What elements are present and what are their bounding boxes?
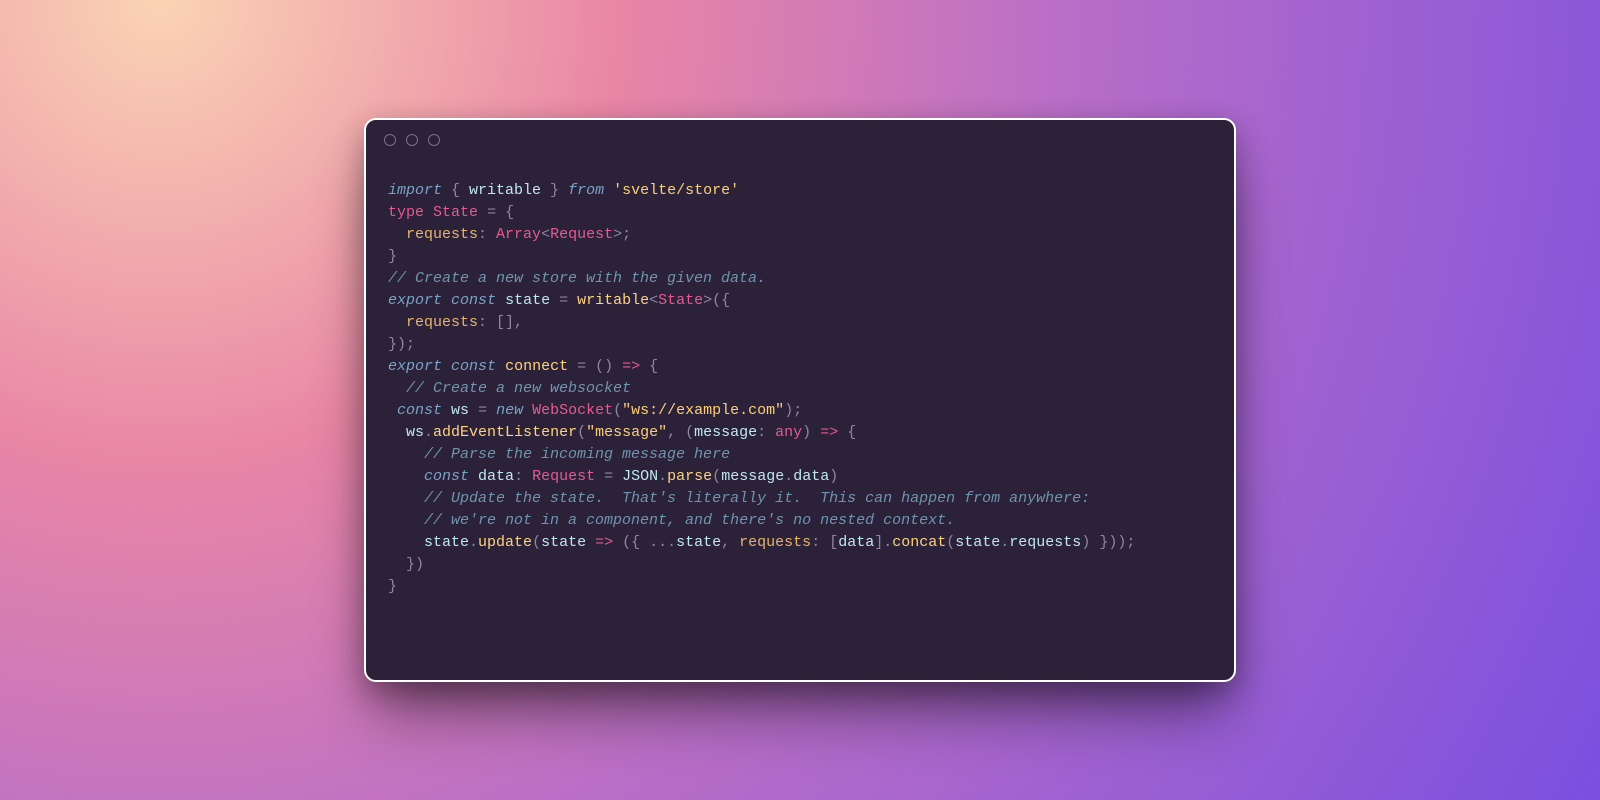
code-window: import { writable } from 'svelte/store' … bbox=[364, 118, 1236, 682]
code-token: : bbox=[757, 424, 775, 441]
code-token: 'svelte/store' bbox=[613, 182, 739, 199]
code-token: any bbox=[775, 424, 802, 441]
code-token: ) bbox=[829, 468, 838, 485]
code-token: }) bbox=[406, 556, 424, 573]
code-token: message bbox=[694, 424, 757, 441]
code-token: { bbox=[838, 424, 856, 441]
code-token: const bbox=[424, 468, 469, 485]
code-token: ) bbox=[802, 424, 820, 441]
code-token: = bbox=[604, 468, 622, 485]
code-token: = bbox=[559, 292, 577, 309]
code-token: : [], bbox=[478, 314, 523, 331]
code-token: state bbox=[541, 534, 586, 551]
code-token: const bbox=[451, 358, 496, 375]
code-token: }); bbox=[388, 336, 415, 353]
code-token: ( bbox=[613, 402, 622, 419]
code-token: // Update the state. That's literally it… bbox=[424, 490, 1090, 507]
code-token: "ws://example.com" bbox=[622, 402, 784, 419]
code-token: < bbox=[541, 226, 550, 243]
code-token: state bbox=[955, 534, 1000, 551]
code-token: requests bbox=[406, 314, 478, 331]
code-token: , ( bbox=[667, 424, 694, 441]
code-token: connect bbox=[505, 358, 568, 375]
code-token: . bbox=[1000, 534, 1009, 551]
code-token: ws bbox=[406, 424, 424, 441]
code-token: >({ bbox=[703, 292, 730, 309]
code-token: ( bbox=[712, 468, 721, 485]
code-token: . bbox=[469, 534, 478, 551]
code-token: JSON bbox=[622, 468, 658, 485]
code-token: new bbox=[496, 402, 523, 419]
code-token: export bbox=[388, 358, 442, 375]
code-token: state bbox=[676, 534, 721, 551]
code-token: ws bbox=[451, 402, 469, 419]
traffic-light-minimize-icon[interactable] bbox=[406, 134, 418, 146]
code-token: from bbox=[568, 182, 604, 199]
code-token: update bbox=[478, 534, 532, 551]
code-token: => bbox=[820, 424, 838, 441]
code-token: = bbox=[478, 402, 496, 419]
code-token: , bbox=[721, 534, 739, 551]
code-token: WebSocket bbox=[532, 402, 613, 419]
code-token: ]. bbox=[874, 534, 892, 551]
code-token: message bbox=[721, 468, 784, 485]
code-token: state bbox=[505, 292, 550, 309]
code-token: ( bbox=[577, 424, 586, 441]
code-token: = { bbox=[487, 204, 514, 221]
code-token: : bbox=[514, 468, 532, 485]
code-token: >; bbox=[613, 226, 631, 243]
code-token: writable bbox=[577, 292, 649, 309]
code-token: = () bbox=[577, 358, 622, 375]
code-token: requests bbox=[1009, 534, 1081, 551]
code-token: // Parse the incoming message here bbox=[424, 446, 730, 463]
code-token: . bbox=[784, 468, 793, 485]
window-titlebar bbox=[366, 120, 1234, 160]
code-token: concat bbox=[892, 534, 946, 551]
code-token: } bbox=[541, 182, 568, 199]
code-token: data bbox=[793, 468, 829, 485]
code-token: "message" bbox=[586, 424, 667, 441]
code-token: Request bbox=[532, 468, 595, 485]
code-token: . bbox=[658, 468, 667, 485]
code-token: Request bbox=[550, 226, 613, 243]
code-token: State bbox=[433, 204, 478, 221]
code-token: addEventListener bbox=[433, 424, 577, 441]
code-token: export bbox=[388, 292, 442, 309]
code-token: ( bbox=[532, 534, 541, 551]
code-token: parse bbox=[667, 468, 712, 485]
code-token: import bbox=[388, 182, 442, 199]
code-token: // Create a new store with the given dat… bbox=[388, 270, 766, 287]
code-token: : [ bbox=[811, 534, 838, 551]
page-background: import { writable } from 'svelte/store' … bbox=[0, 0, 1600, 800]
code-token: writable bbox=[469, 182, 541, 199]
code-token: ); bbox=[784, 402, 802, 419]
code-token: requests bbox=[406, 226, 478, 243]
code-token: Array bbox=[496, 226, 541, 243]
code-area: import { writable } from 'svelte/store' … bbox=[366, 160, 1234, 598]
code-token: => bbox=[622, 358, 640, 375]
code-token: const bbox=[397, 402, 442, 419]
code-token: type bbox=[388, 204, 424, 221]
code-token: . bbox=[424, 424, 433, 441]
code-token: { bbox=[442, 182, 469, 199]
code-token: => bbox=[595, 534, 613, 551]
traffic-light-close-icon[interactable] bbox=[384, 134, 396, 146]
code-token: } bbox=[388, 578, 397, 595]
code-token: requests bbox=[739, 534, 811, 551]
code-token: // Create a new websocket bbox=[406, 380, 631, 397]
code-token: state bbox=[424, 534, 469, 551]
code-token: data bbox=[838, 534, 874, 551]
code-token: } bbox=[388, 248, 397, 265]
code-token: ({ ... bbox=[613, 534, 676, 551]
code-token: < bbox=[649, 292, 658, 309]
code-token: : bbox=[478, 226, 496, 243]
code-token: ) })); bbox=[1081, 534, 1135, 551]
code-token: // we're not in a component, and there's… bbox=[424, 512, 955, 529]
code-token: State bbox=[658, 292, 703, 309]
traffic-light-zoom-icon[interactable] bbox=[428, 134, 440, 146]
code-token: { bbox=[640, 358, 658, 375]
code-token: ( bbox=[946, 534, 955, 551]
code-token: const bbox=[451, 292, 496, 309]
code-token: data bbox=[478, 468, 514, 485]
